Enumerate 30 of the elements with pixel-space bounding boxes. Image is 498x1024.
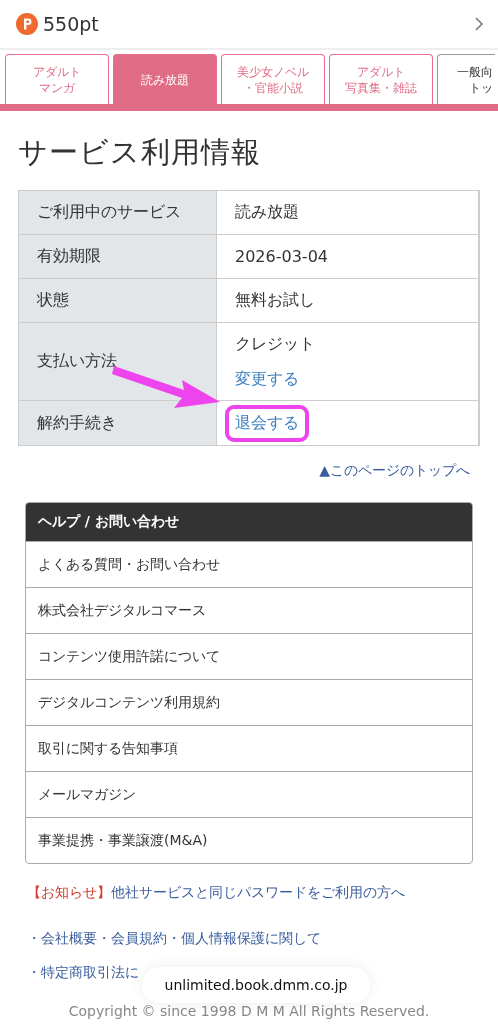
help-list-item[interactable]: 取引に関する告知事項	[26, 725, 472, 771]
help-list-item[interactable]: デジタルコンテンツ利用規約	[26, 679, 472, 725]
help-list-item[interactable]: コンテンツ使用許諾について	[26, 633, 472, 679]
help-list-item[interactable]: 株式会社デジタルコマース	[26, 587, 472, 633]
cancel-link[interactable]: 退会する	[225, 404, 309, 442]
points-balance: 550pt	[43, 13, 99, 35]
table-header-cell: 解約手続き	[19, 401, 217, 445]
page-top-link[interactable]: ▲このページのトップへ	[319, 462, 470, 480]
table-cell-value: 読み放題	[235, 202, 299, 223]
table-header-cell: 状態	[19, 279, 217, 323]
footer-link[interactable]: ・会社概要・会員規約・個人情報保護に関して	[27, 930, 321, 948]
help-list-item[interactable]: よくある質問・お問い合わせ	[26, 541, 472, 587]
chevron-right-icon[interactable]	[474, 16, 484, 32]
footer-link[interactable]: ・特定商取引法に	[27, 964, 139, 982]
change-link[interactable]: 変更する	[235, 368, 299, 390]
table-cell-value: クレジット	[235, 333, 315, 355]
points-icon	[16, 13, 38, 35]
help-list-item[interactable]: 事業提携・事業譲渡(M&A)	[26, 817, 472, 863]
notice-tag: 【お知らせ】	[27, 884, 111, 902]
table-header-cell: ご利用中のサービス	[19, 191, 217, 235]
table-cell-value: 無料お試し	[235, 290, 315, 311]
notice-link[interactable]: 他社サービスと同じパスワードをご利用の方へ	[111, 884, 405, 902]
address-bar-toast[interactable]: unlimited.book.dmm.co.jp	[142, 967, 370, 1003]
page-title: サービス利用情報	[18, 134, 262, 171]
copyright-text: Copyright © since 1998 D M M All Rights Reserved.	[67, 1003, 431, 1019]
help-list-item[interactable]: メールマガジン	[26, 771, 472, 817]
table-cell-value: 2026-03-04	[235, 247, 328, 266]
help-panel-title: ヘルプ / お問い合わせ	[26, 503, 472, 541]
table-header-cell: 支払い方法	[19, 323, 217, 401]
table-header-cell: 有効期限	[19, 235, 217, 279]
